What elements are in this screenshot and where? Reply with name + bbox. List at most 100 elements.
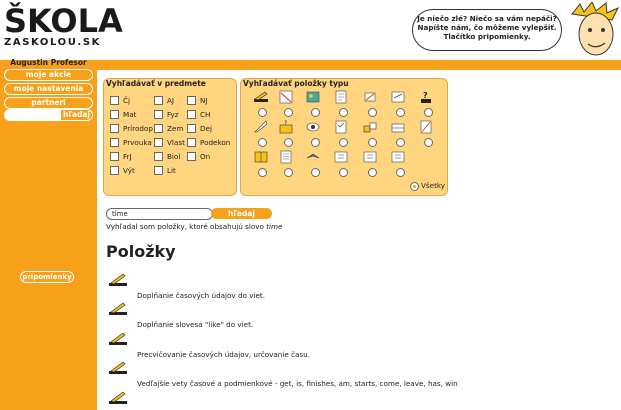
subject-checkbox-cj[interactable]	[110, 96, 119, 105]
subject-label: Zem	[167, 124, 184, 133]
result-link[interactable]: Free time activities (aktivity vo voľnom…	[137, 306, 341, 315]
subject-checkbox-nj[interactable]	[187, 96, 196, 105]
type-radio[interactable]	[311, 168, 320, 177]
type-radio[interactable]	[311, 138, 320, 147]
subject-label: AJ	[167, 96, 175, 105]
header: ŠKOLA ZASKOLOU.SK Je niečo zlé? Niečo sa…	[0, 0, 621, 60]
result-link[interactable]: Time and conditional clauses	[137, 365, 241, 374]
quill-icon	[254, 120, 268, 133]
feedback-speech-bubble: Je niečo zlé? Niečo sa vám nepáči? Napíš…	[412, 9, 562, 51]
site-logo[interactable]: ŠKOLA ZASKOLOU.SK	[4, 4, 123, 54]
document-icon	[335, 90, 347, 104]
subject-checkbox-dej[interactable]	[187, 124, 196, 133]
svg-text:?: ?	[284, 120, 287, 127]
type-radio[interactable]	[311, 108, 320, 117]
type-radio[interactable]	[284, 138, 293, 147]
feedback-button[interactable]: pripomienky	[20, 271, 74, 283]
speech-line: Je niečo zlé? Niečo sa vám nepáči?	[417, 14, 557, 23]
sidebar-search-button[interactable]: hľadaj	[60, 109, 93, 121]
result-description: Vedľajšie vety časové a podmienkové - ge…	[137, 379, 458, 388]
type-radio[interactable]	[368, 138, 377, 147]
subject-checkbox-lit[interactable]	[154, 166, 163, 175]
type-radio-all[interactable]	[410, 182, 419, 191]
subject-checkbox-fyz[interactable]	[154, 110, 163, 119]
subject-label: Biol	[167, 152, 181, 161]
type-radio[interactable]	[258, 138, 267, 147]
mascot-face-icon	[571, 2, 620, 56]
type-radio[interactable]	[396, 138, 405, 147]
sidebar	[0, 70, 97, 410]
subject-checkbox-vyt[interactable]	[110, 166, 119, 175]
crossword-icon	[279, 90, 293, 104]
type-radio[interactable]	[339, 168, 348, 177]
box-question-icon: ?	[279, 120, 293, 134]
logo-sub-text: ZASKOLOU.SK	[4, 37, 101, 48]
subject-checkbox-prvouka[interactable]	[110, 138, 119, 147]
type-radio[interactable]	[396, 108, 405, 117]
pencil-exercise-icon	[109, 391, 127, 404]
tray-icon	[391, 123, 405, 133]
speech-line: Napíšte nám, čo môžeme vylepšiť.	[417, 23, 557, 32]
type-radio[interactable]	[284, 168, 293, 177]
svg-text:?: ?	[423, 91, 428, 100]
bird-icon	[306, 153, 320, 159]
main-search-input[interactable]: time	[106, 208, 213, 220]
picture-icon	[306, 91, 320, 103]
type-radio[interactable]	[396, 168, 405, 177]
result-link[interactable]: What time is it?	[137, 335, 193, 344]
pencil-exercise-icon	[109, 273, 127, 286]
subject-label: On	[200, 152, 211, 161]
result-link[interactable]: What time is it? - doplňanie časových úd…	[137, 277, 328, 286]
type-radio[interactable]	[258, 108, 267, 117]
subject-label: CH	[200, 110, 211, 119]
page-title: Položky	[106, 242, 176, 261]
result-link[interactable]: Time expressions	[137, 394, 199, 403]
type-radio[interactable]	[368, 168, 377, 177]
type-all-label: Všetky	[421, 181, 446, 190]
subject-label: Prvouka	[123, 138, 152, 147]
my-actions-button[interactable]: moje akcie	[4, 69, 93, 81]
subject-checkbox-mat[interactable]	[110, 110, 119, 119]
pencil-exercise-icon	[109, 302, 127, 315]
subject-checkbox-ch[interactable]	[187, 110, 196, 119]
my-settings-button[interactable]: moje nastavenia	[4, 83, 93, 95]
pencil-exercise-icon	[254, 91, 268, 102]
speech-line: Tlačítko pripomienky.	[443, 32, 531, 41]
subject-checkbox-vlast[interactable]	[154, 138, 163, 147]
stamp-icon	[364, 92, 376, 102]
result-description: Doplňanie časových údajov do viet.	[137, 291, 265, 300]
checklist-icon	[335, 120, 347, 134]
subject-checkbox-on[interactable]	[187, 152, 196, 161]
type-radio[interactable]	[368, 108, 377, 117]
type-radio[interactable]	[424, 138, 433, 147]
sidebar-search: hľadaj	[4, 109, 93, 121]
type-filter-title: Vyhľadávať položky typu	[243, 79, 349, 88]
type-radio[interactable]	[339, 138, 348, 147]
result-description: Precvičovanie časových údajov, určovanie…	[137, 350, 310, 359]
subject-label: NJ	[200, 96, 208, 105]
sheet-icon	[420, 120, 432, 134]
type-radio[interactable]	[284, 108, 293, 117]
type-radio[interactable]	[339, 108, 348, 117]
partners-button[interactable]: partneri	[4, 97, 93, 109]
subject-label: Vlast	[167, 138, 185, 147]
sidebar-search-input[interactable]	[4, 109, 62, 121]
search-result-info: Vyhľadal som položky, ktoré obsahujú slo…	[106, 222, 282, 231]
subject-filter-title: Vyhľadávať v predmete	[106, 79, 206, 88]
subject-label: Mat	[123, 110, 137, 119]
subject-checkbox-zem[interactable]	[154, 124, 163, 133]
main-search-button[interactable]: hľadaj	[211, 208, 272, 219]
pencil-exercise-icon	[109, 361, 127, 374]
user-name: Augustin Profesor	[10, 58, 87, 67]
subject-label: Výt	[123, 166, 135, 175]
subject-checkbox-prirodop[interactable]	[110, 124, 119, 133]
type-radio[interactable]	[258, 168, 267, 177]
boxes-icon	[363, 122, 377, 133]
subject-checkbox-aj[interactable]	[154, 96, 163, 105]
hand-card-icon	[363, 151, 377, 163]
subject-checkbox-biol[interactable]	[154, 152, 163, 161]
subject-checkbox-frj[interactable]	[110, 152, 119, 161]
search-result-prefix: Vyhľadal som položky, ktoré obsahujú slo…	[106, 222, 264, 231]
subject-checkbox-podekon[interactable]	[187, 138, 196, 147]
type-radio[interactable]	[424, 108, 433, 117]
